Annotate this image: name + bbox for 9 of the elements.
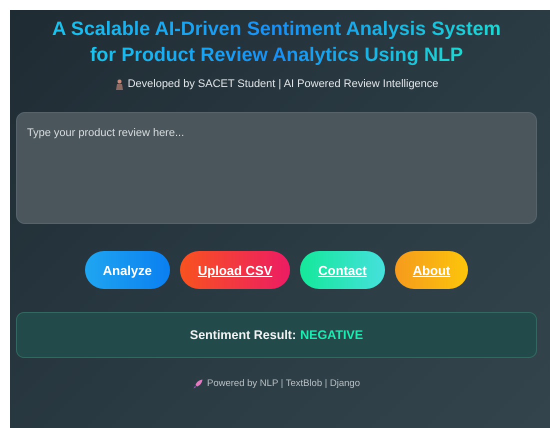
analyze-button[interactable]: Analyze (84, 251, 170, 289)
footer-text: Powered by NLP | TextBlob | Django (207, 378, 360, 389)
result-label: Sentiment Result: (190, 328, 296, 342)
nav-link-button[interactable]: Upload CSV (180, 251, 290, 289)
subtitle: Developed by SACET Student | AI Powered Review Intelligence (128, 78, 438, 90)
result-value: NEGATIVE (300, 328, 364, 342)
nav-link-button[interactable]: About (394, 251, 468, 289)
review-field[interactable]: Type your product review here... (16, 112, 537, 224)
person-icon (114, 78, 124, 90)
